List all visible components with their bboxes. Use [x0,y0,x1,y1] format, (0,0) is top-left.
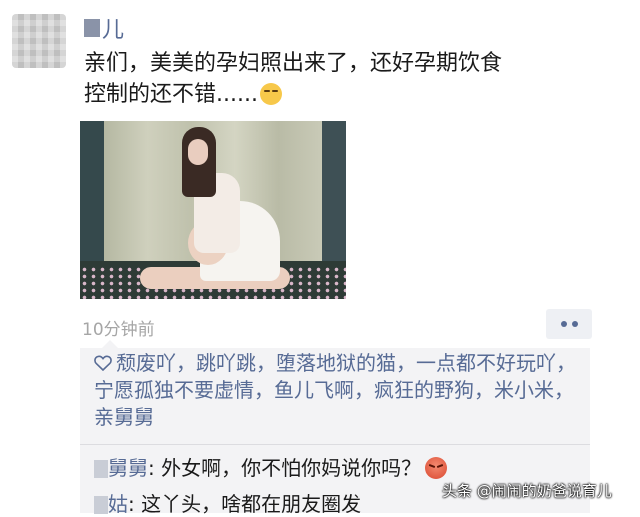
comment-text: : 这丫头，啥都在朋友圈发 [128,492,362,516]
post-time: 10分钟前 [82,320,155,340]
watermark: 头条 @闹闹的奶爸说育儿 [442,482,612,500]
comment-item[interactable]: 舅舅: 外女啊，你不怕你妈说你吗？ [94,452,448,481]
more-actions-button[interactable] [546,309,592,339]
post-photo[interactable] [80,121,346,299]
more-dot-icon [571,321,578,327]
post-text-line-2: 控制的还不错...... [84,79,554,110]
post-author-name[interactable]: 儿 [84,12,124,44]
likes-comments-divider [80,444,590,445]
angry-face-emoji-icon [425,457,448,479]
author-name-text: 儿 [102,18,125,43]
avatar[interactable] [12,14,66,68]
post-text-line-1: 亲们，美美的孕妇照出来了，还好孕期饮食 [84,51,503,76]
photo-figure-face [188,139,208,165]
name-redaction [84,19,100,37]
heart-icon [94,355,112,371]
likes-list[interactable]: 颓废吖，跳吖跳，堕落地狱的猫，一点都不好玩吖，宁愿孤独不要虚情，鱼儿飞啊，疯狂的… [94,350,584,431]
likes-names[interactable]: 颓废吖，跳吖跳，堕落地狱的猫，一点都不好玩吖，宁愿孤独不要虚情，鱼儿飞啊，疯狂的… [94,351,576,429]
smug-face-emoji-icon [259,83,282,105]
comment-text: : 外女啊，你不怕你妈说你吗？ [148,456,422,480]
name-redaction [94,460,108,478]
post-text-line-2-text: 控制的还不错...... [84,82,258,107]
comment-author[interactable]: 姑 [108,492,128,516]
name-redaction [94,496,108,514]
comment-author[interactable]: 舅舅 [108,456,148,480]
post-content: 亲们，美美的孕妇照出来了，还好孕期饮食 控制的还不错...... [84,48,554,110]
more-dot-icon [560,321,567,327]
